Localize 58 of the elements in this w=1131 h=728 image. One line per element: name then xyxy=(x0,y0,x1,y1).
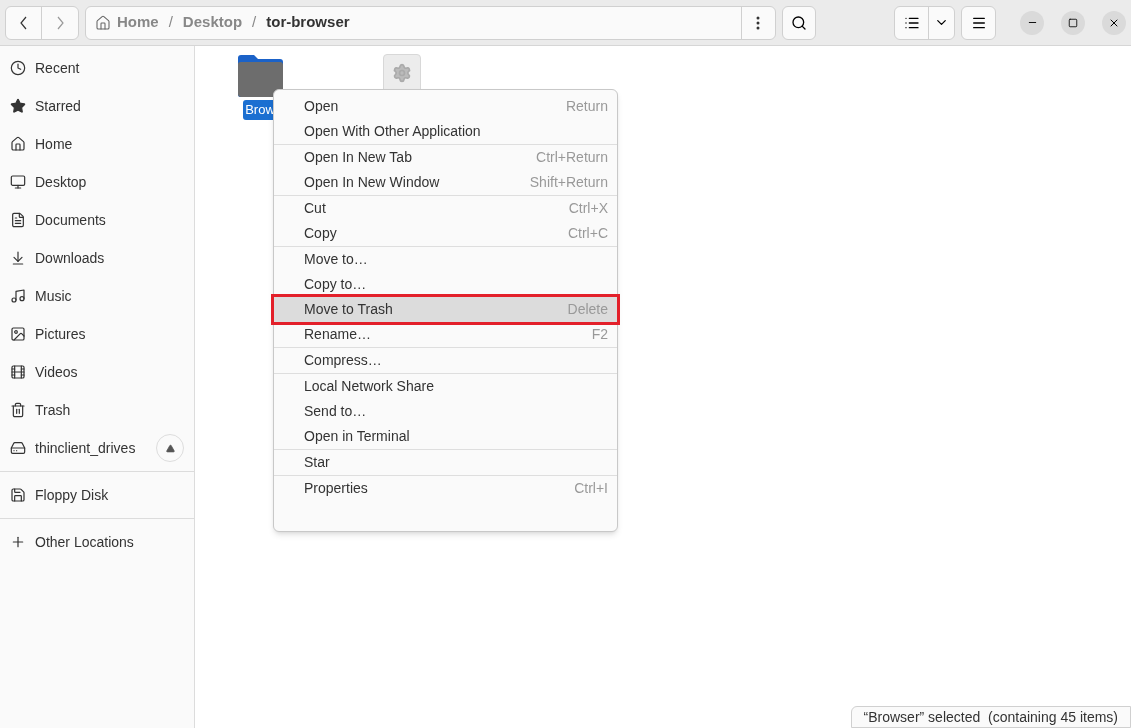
more-icon xyxy=(756,15,761,30)
chevron-left-icon xyxy=(20,15,27,30)
sidebar-item[interactable]: thinclient_drives xyxy=(35,437,136,459)
menu-item[interactable]: Open With Other Application xyxy=(274,119,617,144)
menu-item[interactable]: Move to Trash Delete xyxy=(274,297,617,322)
menu-item[interactable]: Open In New Tab Ctrl+Return xyxy=(274,145,617,170)
menu-item[interactable]: Copy to… xyxy=(274,272,617,297)
chevron-right-icon xyxy=(56,15,64,30)
plus-icon xyxy=(10,534,26,550)
maximize-icon xyxy=(1068,17,1078,28)
close-button[interactable] xyxy=(1102,10,1126,35)
menu-item[interactable]: Properties Ctrl+I xyxy=(274,476,617,501)
minimize-button[interactable] xyxy=(1020,10,1044,35)
status-bar: “Browser” selected (containing 45 items) xyxy=(850,706,1131,728)
sidebar-item[interactable]: Trash xyxy=(35,399,71,421)
sidebar-item[interactable]: Videos xyxy=(35,361,78,383)
picture-icon xyxy=(10,326,26,342)
sidebar-item[interactable]: Documents xyxy=(35,209,106,231)
menu-item[interactable]: Copy Ctrl+C xyxy=(274,221,617,246)
search-icon xyxy=(790,14,807,31)
path-separator: / xyxy=(168,12,173,33)
menu-item[interactable]: Open Return xyxy=(274,94,617,119)
path-separator: / xyxy=(252,12,257,33)
sidebar-item[interactable]: Home xyxy=(35,133,73,155)
menu-item[interactable]: Move to… xyxy=(274,247,617,272)
document-icon xyxy=(10,212,26,228)
menu-item[interactable]: Rename… F2 xyxy=(274,322,617,347)
star-icon xyxy=(10,98,26,114)
search-button[interactable] xyxy=(781,5,817,40)
menu-item[interactable]: Open In New Window Shift+Return xyxy=(274,170,617,195)
folder-icon[interactable] xyxy=(236,54,284,98)
sidebar-item[interactable]: Recent xyxy=(35,57,80,79)
sidebar-item[interactable]: Starred xyxy=(35,95,81,117)
path-segment[interactable]: tor-browser xyxy=(266,11,350,34)
home-icon xyxy=(10,136,26,152)
sidebar-item[interactable]: Pictures xyxy=(35,323,86,345)
desktop-icon xyxy=(10,174,26,190)
menu-item[interactable]: Star xyxy=(274,450,617,475)
download-icon xyxy=(10,250,26,266)
menu-item[interactable]: Local Network Share xyxy=(274,374,617,399)
eject-icon xyxy=(165,443,175,453)
menu-item[interactable]: Open in Terminal xyxy=(274,424,617,449)
drive-icon xyxy=(10,440,26,456)
home-icon xyxy=(95,14,111,31)
menu-item[interactable]: Send to… xyxy=(274,399,617,424)
menu-item[interactable]: Compress… xyxy=(274,348,617,373)
maximize-button[interactable] xyxy=(1061,10,1085,35)
sidebar-item[interactable]: Other Locations xyxy=(35,531,134,553)
film-icon xyxy=(10,364,26,380)
music-note-icon xyxy=(10,288,26,304)
sidebar-item[interactable]: Music xyxy=(35,285,72,307)
sidebar-item[interactable]: Desktop xyxy=(35,171,87,193)
sidebar-item[interactable]: Floppy Disk xyxy=(35,484,109,506)
menu-button[interactable] xyxy=(961,5,996,40)
menu-item[interactable]: Cut Ctrl+X xyxy=(274,196,617,221)
clock-icon xyxy=(10,60,26,76)
sidebar-item[interactable]: Downloads xyxy=(35,247,105,269)
trash-icon xyxy=(10,402,26,418)
